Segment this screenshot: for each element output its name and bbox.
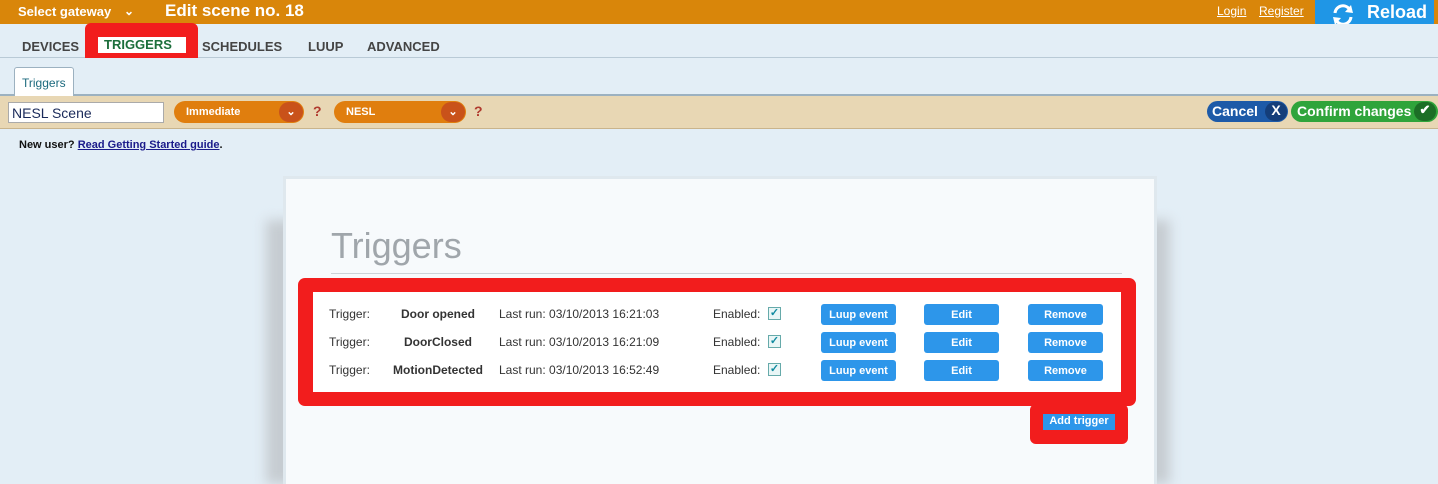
section-title: Triggers — [331, 225, 462, 266]
luup-event-button[interactable]: Luup event — [821, 360, 896, 381]
enabled-label: Enabled: — [713, 335, 761, 349]
new-user-prefix: New user? — [19, 139, 78, 151]
remove-button[interactable]: Remove — [1028, 304, 1103, 325]
scene-toolbar: Immediate ⌄ ? NESL ⌄ ? Cancel X Confirm … — [0, 96, 1438, 129]
chevron-down-icon: ⌄ — [441, 102, 465, 122]
cancel-button[interactable]: Cancel X — [1207, 101, 1288, 122]
edit-button[interactable]: Edit — [924, 360, 999, 381]
trigger-label: Trigger: — [329, 307, 370, 321]
chevron-down-icon[interactable]: ⌄ — [124, 4, 134, 18]
trigger-name: Door opened — [401, 307, 475, 321]
enabled-label: Enabled: — [713, 363, 761, 377]
confirm-label: Confirm changes — [1297, 103, 1412, 119]
luup-event-button[interactable]: Luup event — [821, 332, 896, 353]
remove-button[interactable]: Remove — [1028, 332, 1103, 353]
last-run: Last run: 03/10/2013 16:21:09 — [499, 335, 660, 349]
enabled-checkbox[interactable]: ✓ — [768, 307, 781, 320]
register-link[interactable]: Register — [1259, 4, 1304, 18]
last-run: Last run: 03/10/2013 16:52:49 — [499, 363, 660, 377]
add-trigger-button[interactable]: Add trigger — [1043, 414, 1115, 430]
table-row: Trigger: DoorClosed Last run: 03/10/2013… — [313, 329, 1121, 355]
confirm-changes-button[interactable]: Confirm changes ✔ — [1291, 101, 1438, 122]
room-select[interactable]: NESL ⌄ — [334, 101, 466, 123]
scene-name-input[interactable] — [8, 102, 164, 123]
tab-luup[interactable]: LUUP — [308, 39, 343, 54]
mode-select[interactable]: Immediate ⌄ — [174, 101, 304, 123]
trigger-label: Trigger: — [329, 335, 370, 349]
close-icon: X — [1265, 102, 1287, 121]
gateway-select[interactable]: Select gateway — [18, 4, 111, 19]
enabled-label: Enabled: — [713, 307, 761, 321]
table-row: Trigger: MotionDetected Last run: 03/10/… — [313, 357, 1121, 383]
getting-started-link[interactable]: Read Getting Started guide — [78, 139, 220, 151]
login-link[interactable]: Login — [1217, 4, 1246, 18]
tab-advanced[interactable]: ADVANCED — [367, 39, 440, 54]
help-icon[interactable]: ? — [313, 103, 322, 119]
enabled-checkbox[interactable]: ✓ — [768, 335, 781, 348]
edit-button[interactable]: Edit — [924, 332, 999, 353]
reload-label: Reload — [1367, 2, 1428, 22]
check-icon: ✔ — [1414, 102, 1436, 121]
tab-devices[interactable]: DEVICES — [22, 39, 79, 54]
tab-schedules[interactable]: SCHEDULES — [202, 39, 282, 54]
chevron-down-icon: ⌄ — [279, 102, 303, 122]
trigger-name: DoorClosed — [403, 335, 472, 349]
enabled-checkbox[interactable]: ✓ — [768, 363, 781, 376]
subtab-row: Triggers — [0, 58, 1438, 96]
room-select-value: NESL — [346, 106, 376, 118]
table-row: Trigger: Door opened Last run: 03/10/201… — [313, 301, 1121, 327]
new-user-suffix: . — [219, 139, 223, 151]
luup-event-button[interactable]: Luup event — [821, 304, 896, 325]
triggers-list: Trigger: Door opened Last run: 03/10/201… — [313, 292, 1121, 392]
mode-select-value: Immediate — [186, 106, 241, 118]
subtab-triggers[interactable]: Triggers — [14, 67, 74, 96]
edit-button[interactable]: Edit — [924, 304, 999, 325]
page-title: Edit scene no. 18 — [165, 1, 304, 20]
new-user-notice: New user? Read Getting Started guide. — [19, 139, 223, 151]
top-bar: Select gateway ⌄ Edit scene no. 18 Login… — [0, 0, 1438, 24]
divider — [331, 273, 1122, 274]
help-icon[interactable]: ? — [474, 103, 483, 119]
remove-button[interactable]: Remove — [1028, 360, 1103, 381]
trigger-label: Trigger: — [329, 363, 370, 377]
trigger-name: MotionDetected — [393, 363, 483, 377]
tab-triggers-label[interactable]: TRIGGERS — [104, 37, 172, 52]
cancel-label: Cancel — [1212, 103, 1258, 119]
last-run: Last run: 03/10/2013 16:21:03 — [499, 307, 660, 321]
